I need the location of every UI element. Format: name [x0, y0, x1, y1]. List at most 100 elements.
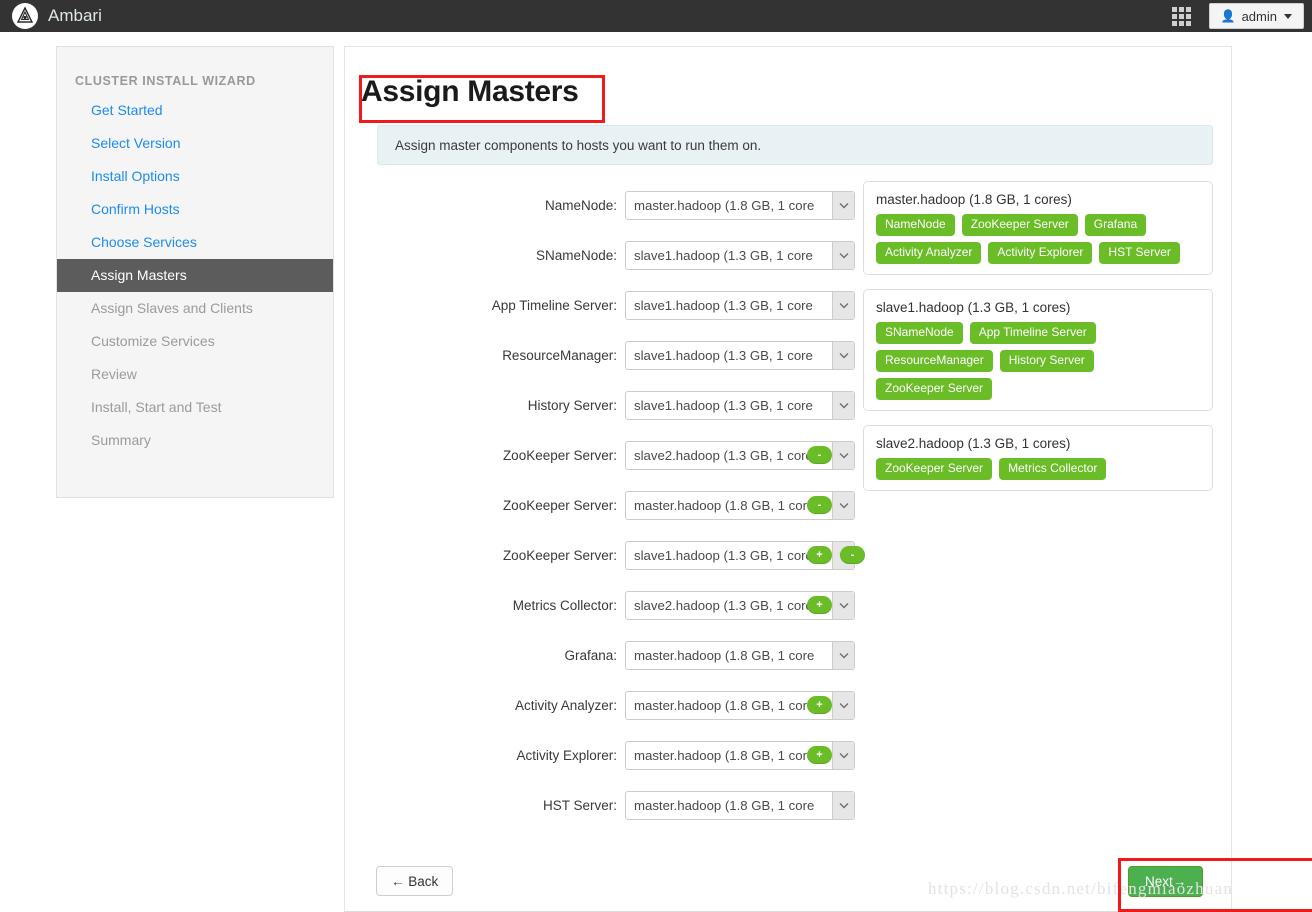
host-panel-slave1: slave1.hadoop (1.3 GB, 1 cores) SNameNod…: [863, 289, 1213, 411]
sidebar-item-review: Review: [91, 366, 137, 382]
back-button[interactable]: ← Back: [376, 866, 454, 896]
admin-label: admin: [1241, 8, 1277, 24]
sidebar-item-assign-slaves: Assign Slaves and Clients: [91, 300, 253, 316]
sidebar-item-install-options[interactable]: Install Options: [57, 160, 333, 193]
host-panel-slave2: slave2.hadoop (1.3 GB, 1 cores) ZooKeepe…: [863, 425, 1213, 491]
row-buttons: -: [807, 446, 832, 464]
host-summary-panels: master.hadoop (1.8 GB, 1 cores) NameNode…: [863, 181, 1213, 505]
host-select-value: slave2.hadoop (1.3 GB, 1 core: [634, 447, 813, 463]
component-chip[interactable]: Grafana: [1084, 214, 1147, 236]
remove-component-button[interactable]: -: [840, 546, 865, 564]
chevron-down-icon: [832, 391, 854, 419]
assignment-label: HST Server:: [542, 797, 617, 813]
caret-down-icon: [1284, 13, 1292, 19]
row-buttons: +: [807, 596, 832, 614]
host-select-value: master.hadoop (1.8 GB, 1 core: [634, 197, 815, 213]
top-navbar: Ambari 👤 admin: [0, 0, 1312, 32]
next-button[interactable]: Next→: [1128, 866, 1204, 897]
host-component-chips: SNameNode App Timeline Server ResourceMa…: [876, 322, 1200, 400]
component-chip[interactable]: App Timeline Server: [969, 322, 1096, 344]
chevron-down-icon: [832, 691, 854, 719]
host-select-namenode[interactable]: master.hadoop (1.8 GB, 1 core: [625, 190, 855, 220]
assignment-row-zookeeper-server-1: ZooKeeper Server: slave2.hadoop (1.3 GB,…: [345, 430, 855, 480]
add-component-button[interactable]: +: [807, 596, 832, 614]
component-chip[interactable]: NameNode: [876, 214, 955, 236]
chevron-down-icon: [832, 441, 854, 469]
assignment-row-zookeeper-server-2: ZooKeeper Server: master.hadoop (1.8 GB,…: [345, 480, 855, 530]
assignment-label: ZooKeeper Server:: [502, 497, 617, 513]
navbar-right: 👤 admin: [1171, 0, 1312, 32]
host-select-value: slave1.hadoop (1.3 GB, 1 core: [634, 547, 813, 563]
sidebar-item-choose-services[interactable]: Choose Services: [57, 226, 333, 259]
assignment-label: Grafana:: [564, 647, 617, 663]
remove-component-button[interactable]: -: [807, 496, 832, 514]
wizard-footer: ← Back Next→: [345, 850, 1231, 912]
add-component-button[interactable]: +: [807, 746, 832, 764]
component-chip[interactable]: HST Server: [1099, 242, 1180, 264]
host-select-value: slave1.hadoop (1.3 GB, 1 core: [634, 297, 813, 313]
row-buttons: + -: [807, 546, 865, 564]
remove-component-button[interactable]: -: [807, 446, 832, 464]
component-chip[interactable]: ZooKeeper Server: [961, 214, 1078, 236]
host-select-snamenode[interactable]: slave1.hadoop (1.3 GB, 1 core: [625, 240, 855, 270]
sidebar-item-confirm-hosts[interactable]: Confirm Hosts: [57, 193, 333, 226]
add-component-button[interactable]: +: [807, 696, 832, 714]
assignment-label: SNameNode:: [535, 247, 617, 263]
host-select-value: slave1.hadoop (1.3 GB, 1 core: [634, 397, 813, 413]
host-component-chips: NameNode ZooKeeper Server Grafana Activi…: [876, 214, 1200, 264]
host-select-app-timeline-server[interactable]: slave1.hadoop (1.3 GB, 1 core: [625, 290, 855, 320]
assignment-label: Activity Explorer:: [516, 747, 617, 763]
host-select-value: master.hadoop (1.8 GB, 1 core: [634, 647, 815, 663]
chevron-down-icon: [832, 591, 854, 619]
sidebar-item-assign-masters[interactable]: Assign Masters: [57, 259, 333, 292]
sidebar-item-get-started[interactable]: Get Started: [57, 94, 333, 127]
host-panel-master: master.hadoop (1.8 GB, 1 cores) NameNode…: [863, 181, 1213, 275]
brand-text: Ambari: [48, 6, 102, 25]
brand[interactable]: Ambari: [0, 3, 102, 29]
sidebar-item-install-start-test: Install, Start and Test: [91, 399, 222, 415]
admin-menu-button[interactable]: 👤 admin: [1208, 3, 1304, 29]
host-select-value: slave1.hadoop (1.3 GB, 1 core: [634, 347, 813, 363]
chevron-down-icon: [832, 741, 854, 769]
host-name: master.hadoop (1.8 GB, 1 cores): [876, 192, 1072, 207]
host-name: slave1.hadoop (1.3 GB, 1 cores): [876, 300, 1071, 315]
row-buttons: -: [807, 496, 832, 514]
component-chip[interactable]: ZooKeeper Server: [876, 378, 993, 400]
component-chip[interactable]: Activity Analyzer: [876, 242, 982, 264]
apps-grid-icon[interactable]: [1171, 6, 1191, 26]
assignment-row-hst-server: HST Server: master.hadoop (1.8 GB, 1 cor…: [345, 780, 855, 830]
host-select-grafana[interactable]: master.hadoop (1.8 GB, 1 core: [625, 640, 855, 670]
assignment-row-metrics-collector: Metrics Collector: slave2.hadoop (1.3 GB…: [345, 580, 855, 630]
assignment-label: NameNode:: [544, 197, 617, 213]
host-select-hst-server[interactable]: master.hadoop (1.8 GB, 1 core: [625, 790, 855, 820]
sidebar-item-summary: Summary: [91, 432, 151, 448]
component-chip[interactable]: SNameNode: [876, 322, 963, 344]
chevron-down-icon: [832, 641, 854, 669]
chevron-down-icon: [832, 791, 854, 819]
host-select-history-server[interactable]: slave1.hadoop (1.3 GB, 1 core: [625, 390, 855, 420]
component-chip[interactable]: History Server: [999, 350, 1094, 372]
assignment-row-activity-explorer: Activity Explorer: master.hadoop (1.8 GB…: [345, 730, 855, 780]
component-chip[interactable]: Activity Explorer: [988, 242, 1093, 264]
page-title: Assign Masters: [361, 75, 579, 108]
sidebar-item-select-version[interactable]: Select Version: [57, 127, 333, 160]
component-chip[interactable]: Metrics Collector: [999, 458, 1107, 480]
host-select-value: master.hadoop (1.8 GB, 1 core: [634, 497, 815, 513]
assignment-row-grafana: Grafana: master.hadoop (1.8 GB, 1 core: [345, 630, 855, 680]
host-select-resourcemanager[interactable]: slave1.hadoop (1.3 GB, 1 core: [625, 340, 855, 370]
chevron-down-icon: [832, 241, 854, 269]
ambari-logo-icon: [12, 3, 38, 29]
chevron-down-icon: [832, 291, 854, 319]
assignment-label: ZooKeeper Server:: [502, 547, 617, 563]
host-select-value: master.hadoop (1.8 GB, 1 core: [634, 747, 815, 763]
sidebar-title: CLUSTER INSTALL WIZARD: [75, 74, 256, 88]
info-alert: Assign master components to hosts you wa…: [377, 125, 1213, 165]
assignment-row-snamenode: SNameNode: slave1.hadoop (1.3 GB, 1 core: [345, 230, 855, 280]
add-component-button[interactable]: +: [807, 546, 832, 564]
component-chip[interactable]: ResourceManager: [876, 350, 993, 372]
assignment-label: Metrics Collector:: [512, 597, 617, 613]
assignment-row-resourcemanager: ResourceManager: slave1.hadoop (1.3 GB, …: [345, 330, 855, 380]
main-content-panel: Assign Masters Assign master components …: [344, 46, 1232, 912]
component-chip[interactable]: ZooKeeper Server: [876, 458, 993, 480]
chevron-down-icon: [832, 341, 854, 369]
